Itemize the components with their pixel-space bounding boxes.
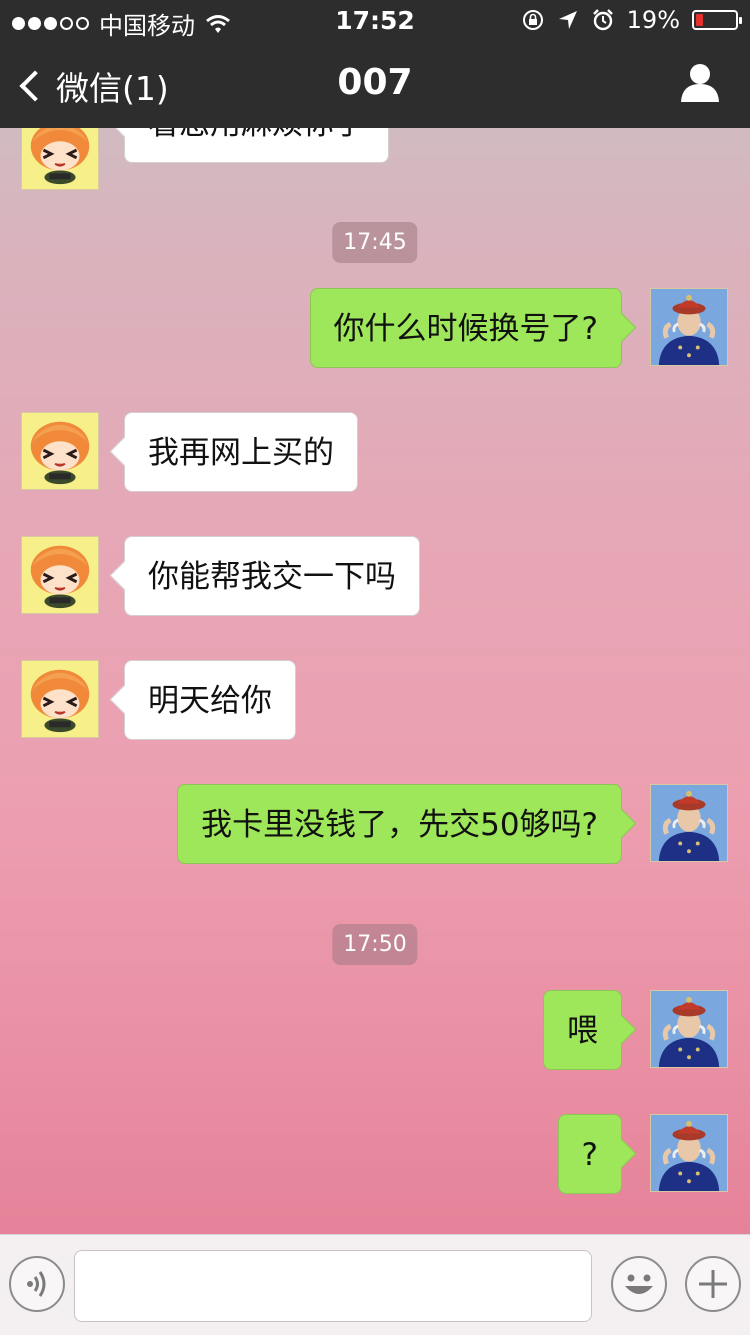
battery-icon — [692, 10, 742, 30]
contact-avatar[interactable] — [21, 536, 99, 614]
plus-icon — [699, 1270, 727, 1298]
outgoing-message[interactable]: 喂 — [543, 990, 622, 1070]
input-bar — [0, 1234, 750, 1335]
my-avatar[interactable] — [650, 1114, 728, 1192]
incoming-message[interactable]: 看您用麻烦你了 — [124, 128, 389, 163]
location-arrow-icon — [558, 11, 577, 29]
battery-percent: 19% — [626, 6, 680, 34]
more-button[interactable] — [685, 1256, 741, 1312]
emoji-icon — [625, 1274, 653, 1294]
nav-bar: 微信(1) 007 — [0, 40, 750, 128]
my-avatar[interactable] — [650, 288, 728, 366]
rotation-lock-icon — [522, 10, 543, 30]
status-right: 19% — [521, 6, 742, 34]
outgoing-message[interactable]: ? — [557, 1114, 622, 1194]
voice-input-icon — [27, 1271, 46, 1297]
contact-avatar[interactable] — [21, 412, 99, 490]
message-input[interactable] — [74, 1250, 592, 1322]
incoming-message[interactable]: 明天给你 — [124, 660, 296, 740]
message-timestamp: 17:45 — [332, 222, 418, 263]
message-list[interactable]: 看您用麻烦你了 17:45 你什么时候换号了? 我再网上买的 你能帮我交一下吗 … — [0, 128, 750, 1234]
chat-title: 007 — [337, 62, 413, 103]
my-avatar[interactable] — [650, 990, 728, 1068]
top-bar: 中国移动 17:52 19% 微信(1) 007 — [0, 0, 750, 128]
contact-avatar[interactable] — [21, 660, 99, 738]
user-profile-icon[interactable] — [680, 62, 720, 102]
emoji-button[interactable] — [611, 1256, 667, 1312]
status-bar: 中国移动 17:52 19% — [0, 0, 750, 40]
alarm-icon — [592, 9, 613, 31]
battery-level — [696, 14, 703, 26]
message-timestamp: 17:50 — [332, 924, 418, 965]
my-avatar[interactable] — [650, 784, 728, 862]
outgoing-message[interactable]: 你什么时候换号了? — [309, 288, 622, 368]
incoming-message[interactable]: 你能帮我交一下吗 — [124, 536, 420, 616]
contact-avatar[interactable] — [21, 128, 99, 190]
voice-input-button[interactable] — [9, 1256, 65, 1312]
outgoing-message[interactable]: 我卡里没钱了，先交50够吗? — [177, 784, 622, 864]
incoming-message[interactable]: 我再网上买的 — [124, 412, 358, 492]
